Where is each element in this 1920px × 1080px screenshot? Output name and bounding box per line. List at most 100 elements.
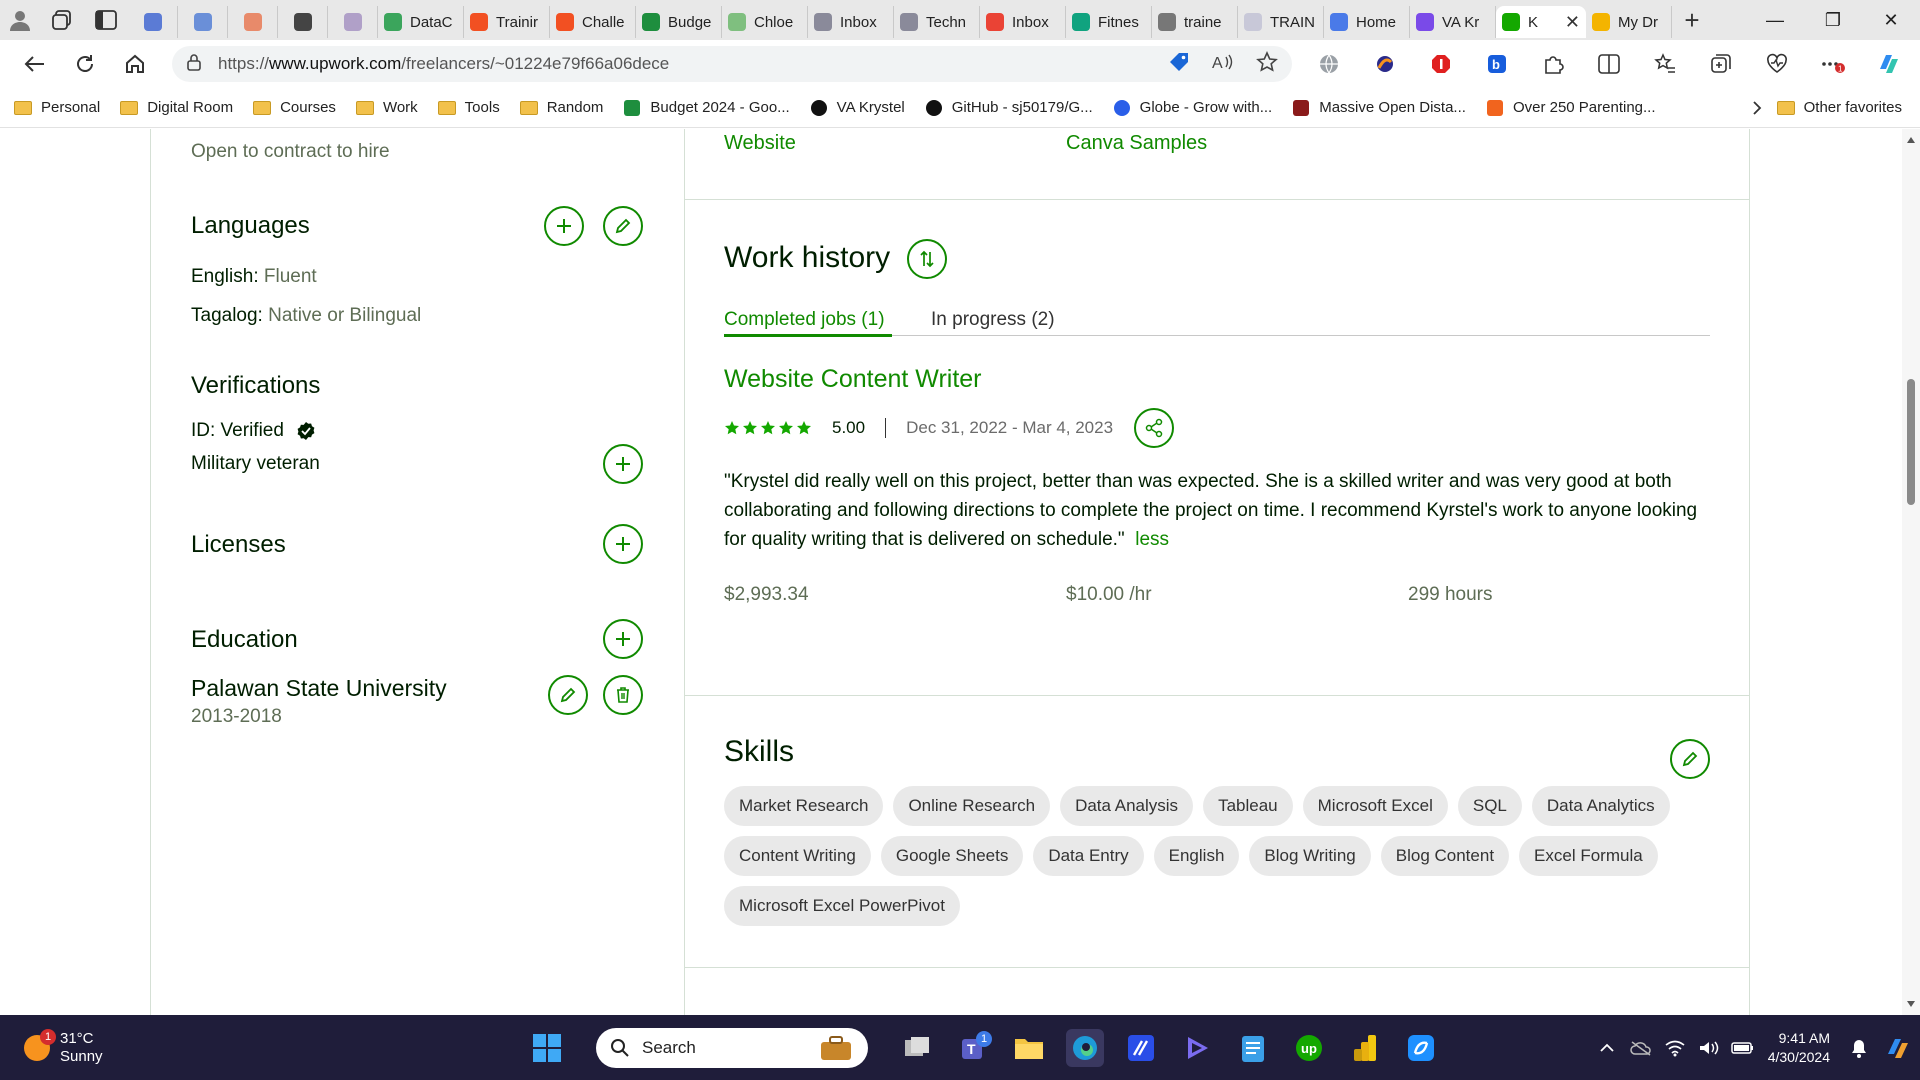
workspaces-icon[interactable] <box>40 0 84 40</box>
tab-in-progress[interactable]: In progress (2) <box>931 309 1055 331</box>
favorite-item[interactable]: Random <box>519 99 603 116</box>
teams-icon[interactable]: T1 <box>954 1029 992 1067</box>
skill-chip[interactable]: Microsoft Excel <box>1302 786 1448 826</box>
skill-chip[interactable]: Online Research <box>893 786 1051 826</box>
job-title-link[interactable]: Website Content Writer <box>724 365 982 394</box>
skill-chip[interactable]: Content Writing <box>724 836 871 876</box>
favorite-item[interactable]: Work <box>355 99 418 116</box>
browser-tab[interactable] <box>278 6 328 38</box>
edit-languages-button[interactable] <box>603 206 643 246</box>
skill-chip[interactable]: Blog Content <box>1380 836 1510 876</box>
browser-tab[interactable]: Home <box>1324 6 1410 38</box>
tab-active[interactable]: K ✕ <box>1496 6 1586 38</box>
task-view-icon[interactable] <box>898 1029 936 1067</box>
minimize-button[interactable]: — <box>1746 0 1804 40</box>
favorite-item[interactable]: Over 250 Parenting... <box>1486 99 1656 116</box>
browser-tab[interactable]: Techn <box>894 6 980 38</box>
edge-taskbar-icon[interactable] <box>1066 1028 1104 1067</box>
browser-tab[interactable] <box>178 6 228 38</box>
close-window-button[interactable]: ✕ <box>1862 0 1920 40</box>
canva-samples-link[interactable]: Canva Samples <box>1066 132 1207 155</box>
skill-chip[interactable]: Blog Writing <box>1249 836 1371 876</box>
browser-tab[interactable]: Chloe <box>722 6 808 38</box>
home-button[interactable] <box>110 40 160 88</box>
browser-tab[interactable] <box>228 6 278 38</box>
browser-tab[interactable]: traine <box>1152 6 1238 38</box>
skill-chip[interactable]: Excel Formula <box>1519 836 1658 876</box>
scroll-down-arrow-icon[interactable] <box>1906 999 1916 1009</box>
favorite-item[interactable]: Massive Open Dista... <box>1292 99 1466 116</box>
extension-orb-icon[interactable] <box>1368 47 1402 81</box>
copilot-icon[interactable] <box>1872 47 1906 81</box>
add-verification-button[interactable] <box>603 444 643 484</box>
collections-icon[interactable] <box>1704 47 1738 81</box>
browser-tab[interactable] <box>328 6 378 38</box>
favorite-item[interactable]: Courses <box>253 99 336 116</box>
settings-more-icon[interactable]: 1 <box>1816 47 1850 81</box>
share-job-button[interactable] <box>1134 408 1174 448</box>
browser-tab[interactable] <box>128 6 178 38</box>
sort-work-history-button[interactable] <box>907 239 947 279</box>
chevron-up-icon[interactable] <box>1590 1043 1624 1053</box>
onedrive-icon[interactable] <box>1624 1040 1658 1056</box>
browser-tab[interactable]: VA Kr <box>1410 6 1496 38</box>
favorites-overflow-chevron-icon[interactable] <box>1737 100 1777 116</box>
add-language-button[interactable] <box>544 206 584 246</box>
clock[interactable]: 9:41 AM 4/30/2024 <box>1768 1029 1830 1067</box>
browser-tab[interactable]: Challe <box>550 6 636 38</box>
powerbi-icon[interactable] <box>1346 1029 1384 1067</box>
upwork-taskbar-icon[interactable]: up <box>1290 1029 1328 1067</box>
address-bar[interactable]: https://www.upwork.com/freelancers/~0122… <box>172 46 1292 82</box>
file-explorer-icon[interactable] <box>1010 1029 1048 1067</box>
weather-widget[interactable]: 1 31°C Sunny <box>24 1028 184 1066</box>
favorite-item[interactable]: Personal <box>14 99 100 116</box>
edit-education-button[interactable] <box>548 675 588 715</box>
refresh-button[interactable] <box>60 40 110 88</box>
skill-chip[interactable]: Microsoft Excel PowerPivot <box>724 886 960 926</box>
browser-tab[interactable]: DataC <box>378 6 464 38</box>
favorite-item[interactable]: Tools <box>437 99 500 116</box>
profile-icon[interactable] <box>0 0 40 40</box>
browser-essentials-icon[interactable] <box>1760 47 1794 81</box>
favorite-item[interactable]: Budget 2024 - Goo... <box>623 99 790 116</box>
skill-chip[interactable]: Data Entry <box>1033 836 1144 876</box>
other-favorites[interactable]: Other favorites <box>1776 99 1920 116</box>
new-tab-button[interactable]: + <box>1672 0 1712 40</box>
browser-tab[interactable]: Inbox <box>808 6 894 38</box>
tab-completed-jobs[interactable]: Completed jobs (1) <box>724 309 885 331</box>
skill-chip[interactable]: Data Analytics <box>1531 786 1670 826</box>
add-education-button[interactable] <box>603 619 643 659</box>
skill-chip[interactable]: Market Research <box>724 786 884 826</box>
less-link[interactable]: less <box>1135 529 1169 550</box>
volume-icon[interactable] <box>1692 1039 1726 1057</box>
delete-education-button[interactable] <box>603 675 643 715</box>
taskbar-search[interactable]: Search <box>596 1027 868 1068</box>
favorites-list-icon[interactable] <box>1648 47 1682 81</box>
copilot-taskbar-icon[interactable] <box>1876 1034 1920 1062</box>
page-scrollbar[interactable] <box>1902 129 1920 1015</box>
favorite-star-icon[interactable] <box>1256 50 1278 78</box>
skill-chip[interactable]: SQL <box>1457 786 1522 826</box>
back-button[interactable] <box>10 40 60 88</box>
browser-tab[interactable]: Fitnes <box>1066 6 1152 38</box>
scroll-up-arrow-icon[interactable] <box>1906 135 1916 145</box>
close-tab-icon[interactable]: ✕ <box>1565 12 1580 33</box>
website-link[interactable]: Website <box>724 132 796 155</box>
vpn-globe-icon[interactable] <box>1312 47 1346 81</box>
notification-bell-icon[interactable] <box>1842 1038 1876 1058</box>
favorite-item[interactable]: VA Krystel <box>810 99 905 116</box>
browser-tab[interactable]: My Dr <box>1586 6 1672 38</box>
extensions-puzzle-icon[interactable] <box>1536 47 1570 81</box>
skill-chip[interactable]: English <box>1153 836 1240 876</box>
tab-actions-icon[interactable] <box>84 0 128 40</box>
powerautomate-icon[interactable] <box>1122 1029 1160 1067</box>
edit-skills-button[interactable] <box>1670 739 1710 779</box>
battery-icon[interactable] <box>1726 1041 1760 1055</box>
skill-chip[interactable]: Data Analysis <box>1060 786 1194 826</box>
read-aloud-icon[interactable]: A <box>1212 52 1234 77</box>
skill-chip[interactable]: Tableau <box>1203 786 1293 826</box>
browser-tab[interactable]: TRAIN <box>1238 6 1324 38</box>
wifi-icon[interactable] <box>1658 1039 1692 1057</box>
favorite-item[interactable]: Globe - Grow with... <box>1113 99 1272 116</box>
clipchamp-icon[interactable] <box>1178 1029 1216 1067</box>
